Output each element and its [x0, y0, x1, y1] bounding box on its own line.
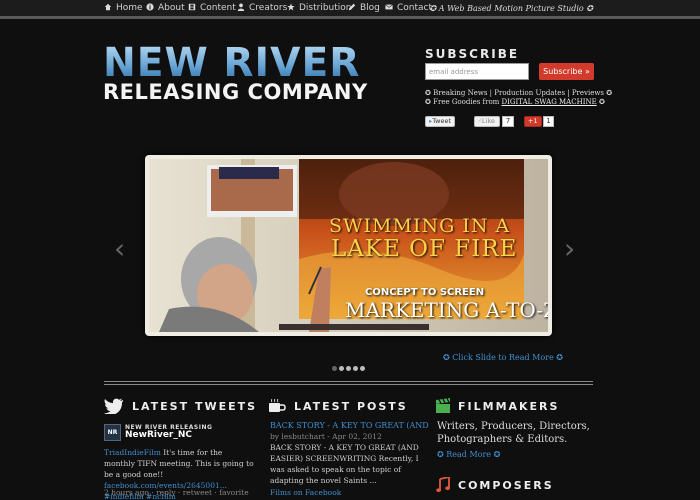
- like-button[interactable]: ☝Like: [474, 116, 500, 127]
- nav-content[interactable]: Content: [188, 3, 236, 13]
- logo-subtitle[interactable]: RELEASING COMPANY: [103, 80, 368, 104]
- top-nav: Home About Content Creators Distribution…: [0, 0, 700, 19]
- divider: [104, 381, 593, 382]
- gear-icon: ✪: [429, 4, 437, 13]
- composers-title: COMPOSERS: [458, 479, 554, 492]
- subscribe-button[interactable]: Subscribe »: [539, 63, 594, 80]
- divider: [104, 384, 593, 385]
- info-icon: [146, 3, 154, 11]
- slider-dot-1[interactable]: [332, 366, 337, 371]
- pencil-icon: [348, 3, 356, 11]
- post-meta: by lesbutchart - Apr 02, 2012: [270, 432, 382, 441]
- subscribe-swag: ✪ Free Goodies from DIGITAL SWAG MACHINE…: [425, 98, 605, 106]
- circle-arrow-icon: ✪: [443, 353, 450, 362]
- filmmakers-description: Writers, Producers, Directors, Photograp…: [437, 421, 590, 445]
- circle-bullet-icon: ✪: [425, 98, 431, 106]
- gplus-count: 1: [543, 116, 554, 127]
- swag-machine-link[interactable]: DIGITAL SWAG MACHINE: [502, 98, 597, 106]
- email-field[interactable]: email address: [425, 63, 529, 80]
- tweet-button[interactable]: ▸Tweet: [425, 116, 455, 127]
- nav-distribution[interactable]: Distribution: [287, 3, 352, 13]
- circle-bullet-icon: ✪: [606, 89, 613, 97]
- account-handle[interactable]: NewRiver_NC: [125, 430, 192, 441]
- gear-icon: ✪: [586, 4, 593, 13]
- hero-slide[interactable]: SWIMMING IN A LAKE OF FIRE CONCEPT TO SC…: [149, 159, 548, 332]
- envelope-icon: [385, 4, 393, 10]
- slide-read-more-link[interactable]: ✪ Click Slide to Read More ✪: [443, 353, 563, 362]
- circle-arrow-icon: ✪: [556, 353, 563, 362]
- home-icon: [104, 3, 112, 11]
- slider-dot-2[interactable]: [339, 366, 344, 371]
- subscribe-title: SUBSCRIBE: [425, 47, 520, 61]
- slider-prev-arrow[interactable]: ‹: [114, 232, 125, 265]
- avatar[interactable]: NR: [104, 424, 121, 441]
- post-title-link[interactable]: BACK STORY - A KEY TO GREAT (AND: [270, 420, 429, 431]
- twitter-bird-icon: [104, 398, 124, 414]
- slide-subtitle-line1: CONCEPT TO SCREEN: [365, 287, 485, 298]
- film-icon: [188, 3, 196, 11]
- circle-bullet-icon: ✪: [425, 89, 431, 97]
- clapperboard-icon: [436, 398, 450, 413]
- slider-dot-3[interactable]: [346, 366, 351, 371]
- slider-pagination: [332, 356, 367, 375]
- coffee-cup-icon: [269, 399, 286, 412]
- slide-subtitle-line2: MARKETING A-TO-Z: [345, 298, 548, 322]
- slider-next-arrow[interactable]: ›: [564, 232, 575, 265]
- slide-title-line2: LAKE OF FIRE: [331, 236, 518, 262]
- like-count: 7: [502, 116, 514, 127]
- nav-creators[interactable]: Creators: [237, 3, 287, 13]
- slider-dot-4[interactable]: [353, 366, 358, 371]
- subscribe-benefits: ✪ Breaking News | Production Updates | P…: [425, 89, 613, 97]
- slide-title-line1: SWIMMING IN A: [329, 215, 511, 237]
- site-tagline: ✪ A Web Based Motion Picture Studio ✪: [429, 4, 593, 13]
- circle-arrow-icon: ✪: [437, 450, 444, 459]
- nav-contact[interactable]: Contact: [385, 3, 432, 13]
- tweet-user-link[interactable]: TriadIndieFilm: [104, 448, 161, 457]
- star-icon: [287, 3, 295, 11]
- nav-home[interactable]: Home: [104, 3, 143, 13]
- latest-tweets-title: LATEST TWEETS: [132, 400, 258, 413]
- gplus-button[interactable]: +1: [524, 116, 542, 127]
- filmmakers-read-more-link[interactable]: ✪ Read More ✪: [437, 449, 500, 460]
- logo-title[interactable]: NEW RIVER: [103, 43, 360, 83]
- music-note-icon: [436, 477, 450, 492]
- filmmakers-title: FILMMAKERS: [458, 400, 560, 413]
- circle-arrow-icon: ✪: [493, 450, 501, 459]
- user-icon: [237, 3, 245, 11]
- films-on-facebook-link[interactable]: Films on Facebook: [270, 487, 341, 498]
- post-excerpt: BACK STORY - A KEY TO GREAT (AND EASIER)…: [270, 443, 419, 485]
- hero-slider[interactable]: SWIMMING IN A LAKE OF FIRE CONCEPT TO SC…: [145, 155, 552, 336]
- latest-posts-title: LATEST POSTS: [294, 400, 408, 413]
- circle-bullet-icon: ✪: [598, 98, 605, 106]
- nav-blog[interactable]: Blog: [348, 3, 380, 13]
- nav-about[interactable]: About: [146, 3, 185, 13]
- tweet-meta[interactable]: 2 hours ago · reply · retweet · favorite: [104, 487, 249, 498]
- slider-dot-5[interactable]: [360, 366, 365, 371]
